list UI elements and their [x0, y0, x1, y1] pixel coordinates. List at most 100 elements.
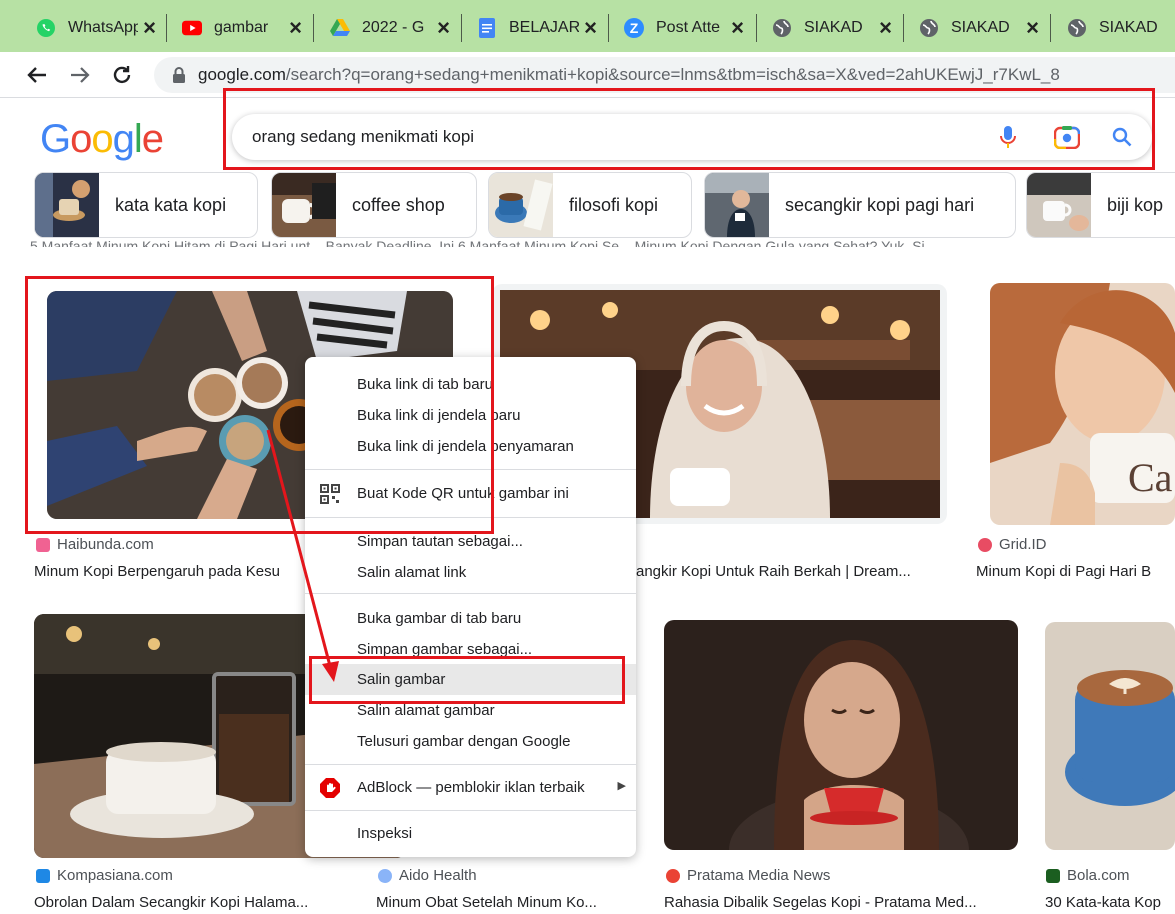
tab-label: gambar — [214, 19, 269, 36]
logo-letter: o — [70, 117, 92, 161]
result-title[interactable]: angkir Kopi Untuk Raih Berkah | Dream... — [636, 563, 946, 580]
reload-icon — [113, 66, 131, 84]
result-image-art — [1045, 622, 1175, 850]
close-tab-icon[interactable]: × — [584, 16, 597, 40]
result-source-label: Bola.com — [1067, 867, 1130, 884]
tab-label: 2022 - G — [362, 19, 425, 36]
tab-youtube[interactable]: gambar × — [170, 10, 310, 46]
result-image-latte-art[interactable] — [1045, 622, 1175, 850]
close-tab-icon[interactable]: × — [289, 16, 302, 40]
menu-separator — [305, 764, 636, 765]
result-source[interactable]: Haibunda.com — [36, 536, 154, 553]
related-search-chip[interactable]: biji kop — [1026, 172, 1175, 238]
related-search-chip[interactable]: coffee shop — [271, 172, 477, 238]
annotation-box-image — [25, 276, 494, 534]
result-title[interactable]: Obrolan Dalam Secangkir Kopi Halama... — [34, 894, 354, 911]
chip-label: kata kata kopi — [115, 194, 227, 215]
result-source[interactable]: Grid.ID — [978, 536, 1047, 553]
menu-adblock[interactable]: AdBlock — pemblokir iklan terbaik ▶ — [305, 772, 636, 803]
result-source[interactable]: Bola.com — [1046, 867, 1130, 884]
url-path: /search?q=orang+sedang+menikmati+kopi&so… — [285, 65, 1060, 84]
logo-letter: l — [133, 117, 143, 161]
google-logo[interactable]: Google — [40, 117, 164, 162]
globe-icon — [1067, 18, 1087, 38]
pratama-favicon-icon — [666, 868, 680, 883]
back-arrow-icon — [27, 67, 46, 83]
menu-separator — [305, 810, 636, 811]
menu-item-label: Inspeksi — [357, 825, 413, 842]
tab-google-drive[interactable]: 2022 - G × — [318, 10, 458, 46]
forward-button[interactable] — [63, 58, 97, 92]
logo-letter: g — [112, 117, 135, 161]
google-drive-icon — [330, 18, 350, 38]
youtube-icon — [182, 18, 202, 38]
menu-item-label: AdBlock — pemblokir iklan terbaik — [357, 779, 585, 796]
url-text: google.com/search?q=orang+sedang+menikma… — [198, 65, 1060, 85]
reload-button[interactable] — [105, 58, 139, 92]
result-source[interactable]: Aido Health — [378, 867, 477, 884]
result-title[interactable]: Minum Kopi di Pagi Hari B — [976, 563, 1175, 580]
tab-label: Post Atte — [656, 19, 721, 36]
result-source-label: Kompasiana.com — [57, 867, 173, 884]
menu-search-image-google[interactable]: Telusuri gambar dengan Google — [305, 726, 636, 757]
tab-siakad[interactable]: SIAKAD — [1055, 10, 1175, 46]
menu-item-label: Salin alamat gambar — [357, 702, 495, 719]
close-tab-icon[interactable]: × — [437, 16, 450, 40]
tab-divider — [313, 14, 314, 42]
back-button[interactable] — [20, 58, 54, 92]
tab-divider — [1050, 14, 1051, 42]
chip-thumbnail — [1027, 173, 1091, 237]
svg-text:Z: Z — [630, 20, 639, 36]
tab-whatsapp[interactable]: WhatsApp × — [24, 10, 164, 46]
result-source-label: Haibunda.com — [57, 536, 154, 553]
close-tab-icon[interactable]: × — [1026, 16, 1039, 40]
tab-divider — [166, 14, 167, 42]
chip-thumbnail — [705, 173, 769, 237]
tab-divider — [608, 14, 609, 42]
result-source-label: Grid.ID — [999, 536, 1047, 553]
tab-label: SIAKAD — [804, 19, 863, 36]
menu-copy-link-address[interactable]: Salin alamat link — [305, 557, 636, 588]
chip-thumbnail — [35, 173, 99, 237]
tab-divider — [756, 14, 757, 42]
menu-open-image-new-tab[interactable]: Buka gambar di tab baru — [305, 603, 636, 634]
previous-row-captions: 5 Manfaat Minum Kopi Hitam di Pagi Hari … — [30, 238, 925, 247]
svg-text:Ca: Ca — [1128, 455, 1173, 500]
result-title[interactable]: Minum Obat Setelah Minum Ko... — [376, 894, 636, 911]
grid-favicon-icon — [978, 537, 992, 552]
result-title[interactable]: 30 Kata-kata Kop — [1045, 894, 1175, 911]
related-search-chip[interactable]: kata kata kopi — [34, 172, 258, 238]
kompasiana-favicon-icon — [36, 868, 50, 883]
result-image-art — [664, 620, 1018, 850]
logo-letter: e — [141, 117, 164, 161]
result-title[interactable]: Minum Kopi Berpengaruh pada Kesu — [34, 563, 304, 580]
tab-siakad[interactable]: SIAKAD × — [760, 10, 900, 46]
annotation-box-search — [223, 88, 1155, 170]
tab-siakad[interactable]: SIAKAD × — [907, 10, 1047, 46]
result-image-woman-cup[interactable]: Ca — [990, 283, 1175, 525]
result-source-label: Aido Health — [399, 867, 477, 884]
menu-inspect[interactable]: Inspeksi — [305, 818, 636, 849]
result-source[interactable]: Kompasiana.com — [36, 867, 173, 884]
logo-letter: G — [40, 117, 71, 161]
result-title[interactable]: Rahasia Dibalik Segelas Kopi - Pratama M… — [664, 894, 1018, 911]
close-tab-icon[interactable]: × — [879, 16, 892, 40]
tab-google-docs[interactable]: BELAJAR × — [465, 10, 605, 46]
menu-item-label: Buka gambar di tab baru — [357, 610, 522, 627]
whatsapp-icon — [36, 18, 56, 38]
result-image-woman-red-cup[interactable] — [664, 620, 1018, 850]
url-host: google.com — [198, 65, 286, 84]
close-tab-icon[interactable]: × — [143, 16, 156, 40]
chip-thumbnail — [489, 173, 553, 237]
menu-item-label: Telusuri gambar dengan Google — [357, 733, 571, 750]
related-search-chip[interactable]: filosofi kopi — [488, 172, 692, 238]
aido-favicon-icon — [378, 868, 392, 883]
logo-letter: o — [91, 117, 113, 161]
haibunda-favicon-icon — [36, 537, 50, 552]
related-search-chip[interactable]: secangkir kopi pagi hari — [704, 172, 1016, 238]
tab-zoom[interactable]: Z Post Atte × — [612, 10, 752, 46]
result-source[interactable]: Pratama Media News — [666, 867, 830, 884]
lock-icon[interactable] — [170, 66, 188, 84]
bola-favicon-icon — [1046, 868, 1060, 883]
close-tab-icon[interactable]: × — [731, 16, 744, 40]
